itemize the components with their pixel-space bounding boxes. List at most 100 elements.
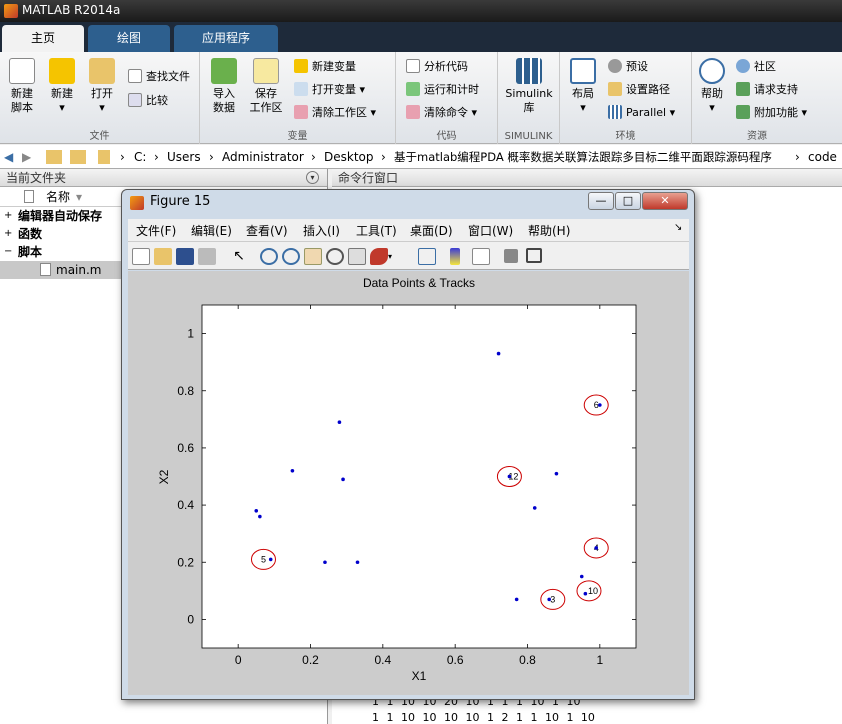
- rotate-3d-icon[interactable]: [326, 248, 344, 265]
- data-point: [254, 509, 259, 513]
- menu-window[interactable]: 窗口(W): [468, 222, 513, 239]
- save-figure-icon[interactable]: [176, 248, 194, 265]
- data-point: [355, 560, 360, 565]
- breadcrumb-code[interactable]: code: [808, 145, 837, 169]
- chevron-down-icon: ▾: [580, 101, 586, 114]
- figure-canvas: Data Points & Tracks 0 0.2 0.4 0.6 0.8 1 0 0.2…: [128, 271, 689, 695]
- ribbon-toolstrip: 新建 脚本 新建 ▾ 打开 ▾ 查找文件 比较 文件 导入 数据 保存 工作区 新建…: [0, 52, 842, 144]
- clear-commands-icon: [406, 105, 420, 119]
- find-files-icon: [128, 69, 142, 83]
- collapse-icon[interactable]: −: [4, 243, 12, 261]
- layout-button[interactable]: 布局 ▾: [564, 58, 602, 115]
- variable-group-label: 变量: [287, 131, 308, 142]
- save-workspace-button[interactable]: 保存 工作区: [246, 58, 286, 115]
- clear-workspace-button[interactable]: 清除工作区 ▾: [294, 104, 376, 122]
- community-button[interactable]: 社区: [736, 58, 776, 76]
- community-label: 社区: [754, 60, 776, 73]
- run-and-time-button[interactable]: 运行和计时: [406, 81, 479, 99]
- breadcrumb-administrator[interactable]: Administrator: [222, 145, 304, 169]
- print-figure-icon[interactable]: [198, 248, 216, 265]
- data-point: [337, 420, 342, 424]
- chevron-down-icon: ▾: [99, 101, 105, 114]
- open-button[interactable]: 打开 ▾: [84, 58, 120, 115]
- new-script-button[interactable]: 新建 脚本: [4, 58, 40, 115]
- menu-view[interactable]: 查看(V): [246, 222, 288, 239]
- variable-group: 导入 数据 保存 工作区 新建变量 打开变量 ▾ 清除工作区 ▾ 变量: [200, 52, 396, 144]
- preferences-button[interactable]: 预设: [608, 58, 648, 76]
- command-window-title: 命令行窗口: [338, 171, 399, 185]
- insert-legend-icon[interactable]: [472, 248, 490, 265]
- close-button[interactable]: ✕: [642, 192, 688, 210]
- minimize-button[interactable]: —: [588, 192, 614, 210]
- pointer-icon[interactable]: ↖: [230, 248, 248, 265]
- zoom-in-icon[interactable]: [260, 248, 278, 265]
- simulink-library-button[interactable]: Simulink 库: [500, 58, 558, 115]
- tab-home[interactable]: 主页: [2, 25, 84, 52]
- menu-desktop[interactable]: 桌面(D): [410, 222, 453, 239]
- compare-button[interactable]: 比较: [128, 92, 168, 110]
- expand-icon[interactable]: +: [4, 225, 12, 243]
- panel-menu-icon[interactable]: ▾: [306, 171, 319, 184]
- request-support-label: 请求支持: [754, 83, 798, 96]
- new-variable-button[interactable]: 新建变量: [294, 58, 356, 76]
- breadcrumb-users[interactable]: Users: [167, 145, 201, 169]
- tab-apps[interactable]: 应用程序: [174, 25, 278, 52]
- dock-arrow-icon[interactable]: ↘: [674, 222, 682, 233]
- pan-hand-icon[interactable]: [304, 248, 322, 265]
- browse-folder-icon[interactable]: [70, 150, 86, 164]
- menu-tools[interactable]: 工具(T): [356, 222, 397, 239]
- brush-icon[interactable]: [370, 248, 388, 265]
- menu-edit[interactable]: 编辑(E): [191, 222, 232, 239]
- breadcrumb-c[interactable]: C:: [134, 145, 146, 169]
- set-path-button[interactable]: 设置路径: [608, 81, 670, 99]
- breadcrumb-desktop[interactable]: Desktop: [324, 145, 374, 169]
- new-script-label: 新建 脚本: [11, 87, 33, 114]
- up-folder-icon[interactable]: [46, 150, 62, 164]
- maximize-button[interactable]: □: [615, 192, 641, 210]
- data-point: [290, 468, 295, 473]
- menu-file[interactable]: 文件(F): [136, 222, 176, 239]
- x-tick-label: 0: [235, 653, 242, 667]
- data-point: [547, 597, 551, 602]
- menu-insert[interactable]: 插入(I): [303, 222, 340, 239]
- find-files-button[interactable]: 查找文件: [128, 68, 190, 86]
- tab-plots[interactable]: 绘图: [88, 25, 170, 52]
- add-ons-label: 附加功能: [754, 106, 798, 119]
- chevron-down-icon: ▾: [801, 106, 808, 119]
- parallel-button[interactable]: Parallel ▾: [608, 104, 675, 122]
- track-label: 6: [594, 400, 599, 410]
- new-button[interactable]: 新建 ▾: [44, 58, 80, 115]
- breadcrumb-separator-icon: ›: [311, 150, 316, 164]
- import-data-button[interactable]: 导入 数据: [204, 58, 244, 115]
- data-point: [594, 546, 599, 550]
- file-group: 新建 脚本 新建 ▾ 打开 ▾ 查找文件 比较 文件: [0, 52, 200, 144]
- parallel-label: Parallel: [626, 106, 667, 119]
- chevron-down-icon[interactable]: ▾: [388, 248, 398, 265]
- menu-help[interactable]: 帮助(H): [528, 222, 570, 239]
- support-icon: [736, 82, 750, 96]
- forward-arrow-icon[interactable]: ▶: [22, 145, 31, 169]
- save-workspace-icon: [253, 58, 279, 84]
- clear-commands-button[interactable]: 清除命令 ▾: [406, 104, 477, 122]
- data-cursor-icon[interactable]: [348, 248, 366, 265]
- show-plot-tools-icon[interactable]: [526, 248, 542, 263]
- breadcrumb-project[interactable]: 基于matlab编程PDA 概率数据关联算法跟踪多目标二维平面跟踪源码程序: [394, 145, 772, 169]
- help-button[interactable]: 帮助 ▾: [694, 58, 730, 115]
- hide-plot-tools-icon[interactable]: [504, 249, 518, 263]
- zoom-out-icon[interactable]: [282, 248, 300, 265]
- analyze-code-button[interactable]: 分析代码: [406, 58, 468, 76]
- data-point: [323, 560, 327, 565]
- insert-colorbar-icon[interactable]: [450, 248, 460, 265]
- open-file-icon[interactable]: [154, 248, 172, 265]
- new-figure-icon[interactable]: [132, 248, 150, 265]
- back-arrow-icon[interactable]: ◀: [4, 145, 13, 169]
- expand-icon[interactable]: +: [4, 207, 12, 225]
- open-variable-button[interactable]: 打开变量 ▾: [294, 81, 365, 99]
- request-support-button[interactable]: 请求支持: [736, 81, 798, 99]
- link-plot-icon[interactable]: [418, 248, 436, 265]
- help-icon: [699, 58, 725, 84]
- figure-title: Figure 15: [150, 194, 211, 209]
- new-script-icon: [9, 58, 35, 84]
- analyze-code-label: 分析代码: [424, 60, 468, 73]
- add-ons-button[interactable]: 附加功能 ▾: [736, 104, 807, 122]
